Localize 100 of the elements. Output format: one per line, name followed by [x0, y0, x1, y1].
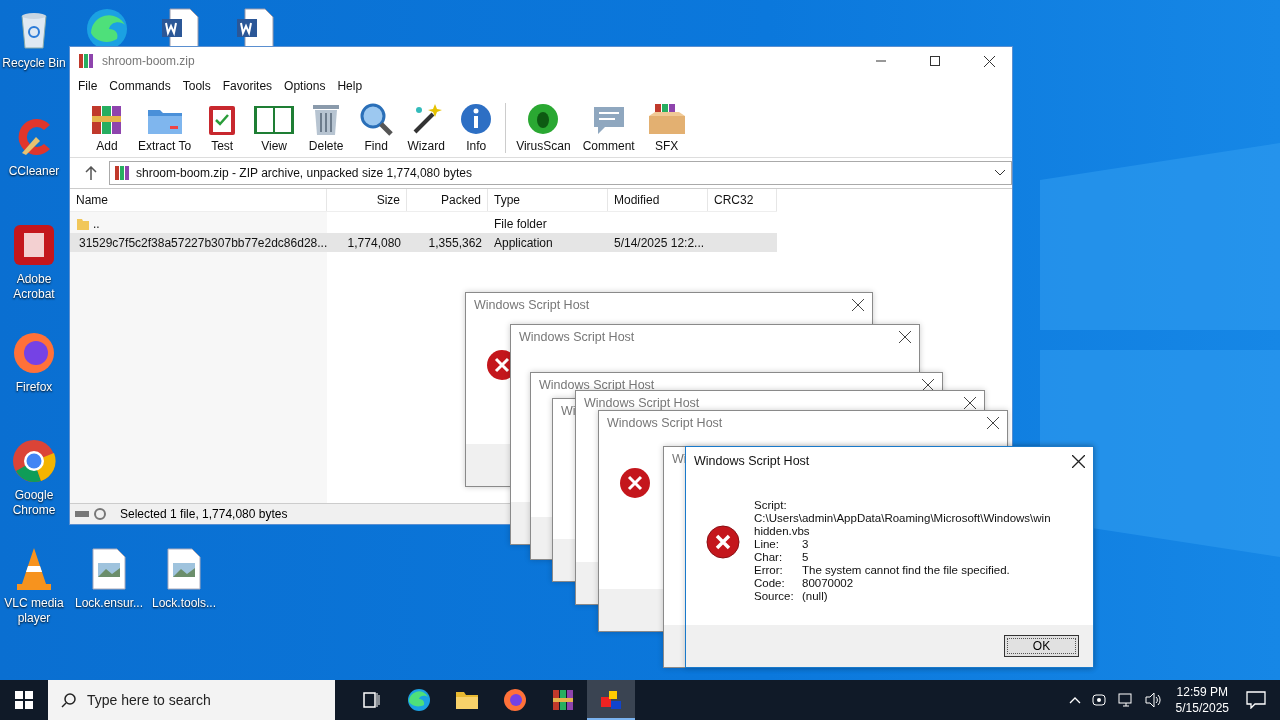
up-arrow-icon[interactable] — [85, 166, 97, 180]
file-row[interactable]: 31529c7f5c2f38a57227b307bb77e2dc86d28... 1,774,080 1,355,362 Application 5/14/2025 12:2... — [70, 233, 777, 252]
dialog-title: Windows Script Host — [694, 454, 810, 468]
menu-item[interactable]: Options — [278, 79, 332, 93]
window-title: shroom-boom.zip — [102, 54, 196, 68]
task-view-icon[interactable] — [361, 691, 381, 709]
browser-icon[interactable] — [407, 688, 431, 712]
column-header[interactable]: Name — [70, 189, 327, 211]
magnifier-icon — [359, 102, 394, 136]
toolbar-button[interactable]: Find — [351, 100, 402, 157]
close-icon[interactable] — [1072, 454, 1085, 468]
book-icon — [253, 104, 296, 136]
field-label: Code: — [754, 577, 786, 590]
status-text: Selected 1 file, 1,774,080 bytes — [120, 507, 288, 521]
field-label: Line: — [754, 538, 780, 551]
close-icon[interactable] — [987, 417, 999, 429]
desktop-icon-label[interactable]: Firefox — [15, 380, 53, 395]
dialog-title: Windows Script Host — [584, 396, 700, 410]
column-header[interactable]: Packed — [407, 189, 488, 211]
error-icon — [706, 525, 740, 559]
close-icon[interactable] — [922, 379, 934, 391]
toolbar-button[interactable]: Add — [82, 100, 132, 157]
column-header[interactable]: CRC32 — [708, 189, 777, 211]
close-icon[interactable] — [964, 397, 976, 409]
address-field[interactable]: shroom-boom.zip - ZIP archive, unpacked size 1,774,080 bytes — [109, 161, 1012, 185]
toolbar-button[interactable]: Info — [451, 100, 502, 157]
windows-start-icon[interactable] — [15, 691, 33, 709]
notification-icon[interactable] — [1246, 691, 1266, 709]
menu-item[interactable]: File — [72, 79, 104, 93]
toolbar-button[interactable]: View — [247, 100, 302, 157]
maximize-icon[interactable] — [930, 56, 940, 66]
desktop-icon-label[interactable]: Google Chrome — [0, 488, 68, 518]
desktop-icon-label[interactable]: Adobe Acrobat — [0, 272, 68, 302]
browser-icon[interactable] — [503, 688, 527, 712]
menu-item[interactable]: Tools — [176, 79, 217, 93]
image-file-icon — [91, 547, 127, 591]
books-icon — [78, 53, 94, 69]
clock-date[interactable]: 5/15/2025 — [1175, 700, 1229, 716]
toolbar-button[interactable]: Extract To — [132, 100, 198, 157]
shapes-icon[interactable] — [599, 689, 623, 711]
browser-icon — [11, 438, 57, 484]
books-icon[interactable] — [551, 688, 575, 712]
column-header[interactable]: Modified — [608, 189, 708, 211]
close-icon[interactable] — [983, 55, 995, 67]
chevron-up-icon[interactable] — [1068, 696, 1081, 704]
field-value: 3 — [802, 538, 809, 551]
dialog-title: Windows Script Host — [519, 330, 635, 344]
table-cell: 31529c7f5c2f38a57227b307bb77e2dc86d28... — [79, 235, 328, 250]
dialog-title: Wi — [561, 404, 576, 418]
toolbar-button[interactable]: Comment — [576, 100, 641, 157]
image-file-icon — [166, 547, 202, 591]
table-cell: Application — [494, 235, 553, 250]
column-header[interactable]: Type — [488, 189, 608, 211]
field-label: Char: — [754, 551, 784, 564]
field-value: 5 — [802, 551, 809, 564]
box-icon — [646, 102, 687, 136]
desktop-icon-label[interactable]: Recycle Bin — [2, 56, 66, 71]
desktop-icon-label[interactable]: Lock.tools... — [152, 596, 216, 611]
menu-item[interactable]: Commands — [103, 79, 177, 93]
desktop-icon-label[interactable]: Lock.ensur... — [75, 596, 144, 611]
speaker-icon[interactable] — [1144, 692, 1163, 708]
desktop-icon-label[interactable]: CCleaner — [8, 164, 60, 179]
toolbar-button[interactable]: Wizard — [401, 100, 452, 157]
traffic-cone-icon — [14, 546, 54, 592]
field-value: 80070002 — [802, 577, 854, 590]
close-icon[interactable] — [899, 331, 911, 343]
toolbar-button[interactable]: SFX — [640, 100, 693, 157]
field-value: (null) — [802, 590, 828, 603]
close-icon[interactable] — [852, 299, 864, 311]
browser-icon — [12, 331, 56, 375]
bug-icon — [526, 102, 561, 136]
table-cell: File folder — [494, 216, 547, 231]
table-cell: 1,355,362 — [428, 235, 482, 250]
ok-button[interactable]: OK — [1004, 635, 1079, 657]
field-label: Error: — [754, 564, 784, 577]
app-icon — [12, 223, 56, 267]
field-value: The system cannot find the file specified. — [802, 564, 1010, 577]
script-path: C:\Users\admin\AppData\Roaming\Microsoft\Windows\winhidden.vbs — [754, 512, 1052, 538]
menu-item[interactable]: Favorites — [216, 79, 279, 93]
field-label: Source: — [754, 590, 795, 603]
toolbar-button[interactable]: VirusScan — [510, 100, 577, 157]
dialog-title: Windows Script Host — [607, 416, 723, 430]
dialog-title: Windows Script Host — [474, 298, 590, 312]
column-header[interactable]: Size — [327, 189, 407, 211]
search-field[interactable]: Type here to search — [48, 680, 335, 720]
table-cell: .. — [93, 216, 100, 231]
network-icon[interactable] — [1116, 692, 1135, 708]
field-label: Script: — [754, 499, 788, 512]
dialog-title: Windows Script Host — [539, 378, 655, 392]
file-row[interactable]: .. File folder — [70, 214, 777, 233]
toolbar-button[interactable]: Delete — [301, 100, 352, 157]
folder-icon[interactable] — [455, 690, 479, 710]
folder-icon — [76, 216, 90, 231]
menu-item[interactable]: Help — [331, 79, 369, 93]
clock-time[interactable]: 12:59 PM — [1176, 684, 1228, 700]
camera-icon[interactable] — [1090, 692, 1107, 708]
desktop-icon-label[interactable]: VLC media player — [0, 596, 68, 626]
search-icon — [61, 692, 77, 708]
table-cell: 5/14/2025 12:2... — [614, 235, 705, 250]
toolbar-button[interactable]: Test — [197, 100, 248, 157]
